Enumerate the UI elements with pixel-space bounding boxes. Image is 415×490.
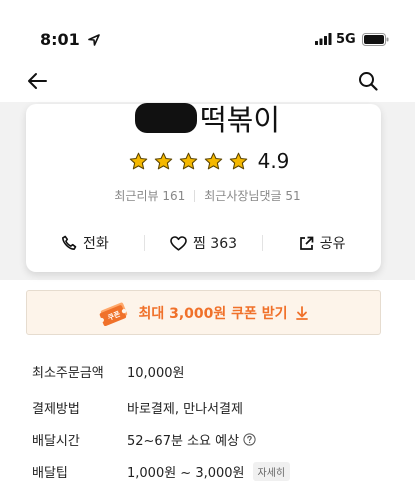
back-arrow-icon	[28, 73, 47, 89]
star-icon	[154, 152, 172, 169]
review-counts: 최근리뷰 161 최근사장님댓글 51	[0, 187, 415, 204]
delivery-tip-text: 1,000원 ~ 3,000원	[127, 466, 245, 481]
like-button[interactable]: 찜 363	[145, 233, 263, 253]
star-icon	[229, 152, 247, 169]
heart-icon	[170, 235, 187, 251]
recent-reviews-link[interactable]: 최근리뷰 161	[114, 187, 185, 204]
info-value: 10,000원	[127, 366, 185, 381]
info-row-delivery-time: 배달시간 52~67분 소요 예상	[32, 430, 256, 449]
network-type: 5G	[336, 31, 356, 47]
share-label: 공유	[319, 236, 346, 252]
rating-value: 4.9	[257, 149, 290, 173]
info-row-min-order: 최소주문금액 10,000원	[32, 362, 184, 381]
coupon-download-banner[interactable]: 쿠폰 최대 3,000원 쿠폰 받기	[26, 290, 381, 335]
star-icon	[179, 152, 197, 169]
back-button[interactable]	[22, 66, 52, 96]
search-button[interactable]	[353, 66, 383, 96]
action-row: 전화 찜 363 공유	[26, 230, 381, 256]
info-value: 52~67분 소요 예상	[127, 430, 256, 449]
store-name-text: 떡볶이	[199, 103, 281, 137]
redacted-name-block	[134, 103, 197, 133]
info-label: 결제방법	[32, 402, 80, 417]
coupon-ticket-icon: 쿠폰	[100, 302, 128, 326]
info-value: 1,000원 ~ 3,000원 자세히	[127, 462, 291, 481]
info-label: 배달시간	[32, 434, 80, 449]
coupon-label: 최대 3,000원 쿠폰 받기	[138, 305, 288, 322]
status-time: 8:01	[40, 30, 101, 49]
star-icon	[204, 152, 222, 169]
info-row-delivery-tip: 배달팁 1,000원 ~ 3,000원 자세히	[32, 462, 291, 481]
counts-divider	[194, 189, 196, 202]
delivery-time-text: 52~67분 소요 예상	[127, 434, 240, 449]
info-row-payment: 결제방법 바로결제, 만나서결제	[32, 398, 243, 417]
call-button[interactable]: 전화	[26, 233, 144, 253]
star-icon	[129, 152, 147, 169]
signal-icon	[315, 33, 332, 45]
call-label: 전화	[82, 236, 109, 252]
phone-icon	[61, 235, 77, 250]
status-time-text: 8:01	[40, 30, 80, 49]
status-indicators: 5G	[315, 30, 389, 48]
top-nav	[0, 62, 415, 102]
like-label: 찜 363	[192, 236, 238, 252]
share-icon	[299, 236, 314, 250]
tip-detail-button[interactable]: 자세히	[252, 462, 291, 481]
rating-row: 4.9	[0, 149, 415, 173]
owner-replies-link[interactable]: 최근사장님댓글 51	[204, 187, 300, 204]
download-arrow-icon	[295, 305, 308, 320]
location-arrow-icon	[88, 34, 101, 46]
search-icon	[359, 72, 378, 91]
share-button[interactable]: 공유	[263, 233, 381, 253]
store-name: 떡볶이	[0, 97, 415, 139]
help-circle-icon[interactable]	[243, 433, 256, 446]
info-label: 최소주문금액	[32, 366, 104, 381]
info-label: 배달팁	[32, 466, 68, 481]
status-bar: 8:01 5G	[0, 0, 415, 60]
info-value: 바로결제, 만나서결제	[127, 402, 243, 417]
battery-icon	[361, 32, 389, 46]
